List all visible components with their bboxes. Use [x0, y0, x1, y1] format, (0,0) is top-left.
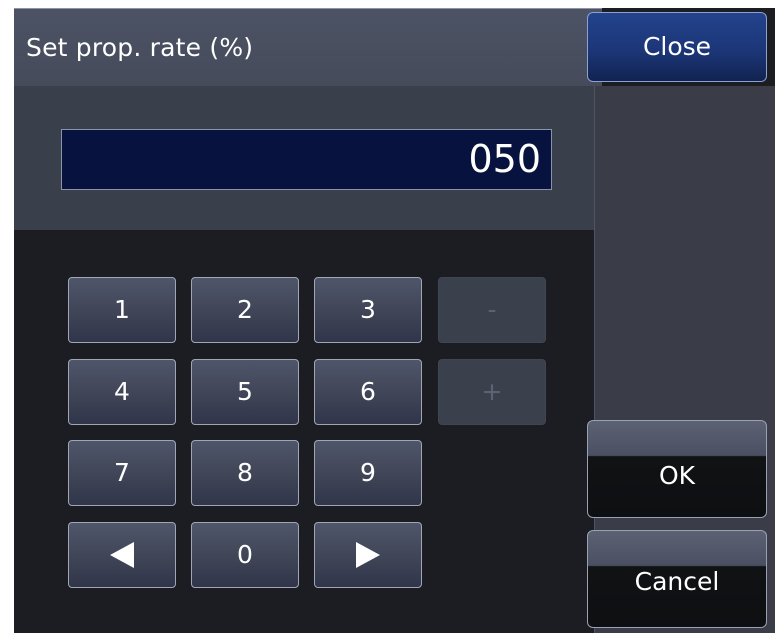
- key-6[interactable]: 6: [314, 359, 422, 425]
- title-bar: Set prop. rate (%): [14, 8, 602, 86]
- key-minus: -: [438, 277, 546, 343]
- key-9[interactable]: 9: [314, 440, 422, 506]
- key-plus: +: [438, 359, 546, 425]
- cursor-left-button[interactable]: [68, 522, 176, 588]
- key-3[interactable]: 3: [314, 277, 422, 343]
- triangle-right-icon: [356, 541, 380, 568]
- value-display[interactable]: 050: [61, 129, 552, 190]
- key-2[interactable]: 2: [191, 277, 299, 343]
- cursor-right-button[interactable]: [314, 522, 422, 588]
- key-0[interactable]: 0: [191, 522, 299, 588]
- cancel-button[interactable]: Cancel: [587, 530, 767, 628]
- triangle-left-icon: [110, 541, 134, 568]
- ok-button[interactable]: OK: [587, 420, 767, 518]
- key-8[interactable]: 8: [191, 440, 299, 506]
- key-7[interactable]: 7: [68, 440, 176, 506]
- ok-button-label: OK: [658, 461, 696, 490]
- key-4[interactable]: 4: [68, 359, 176, 425]
- close-button[interactable]: Close: [587, 12, 767, 82]
- key-5[interactable]: 5: [191, 359, 299, 425]
- cancel-button-label: Cancel: [634, 567, 720, 596]
- dialog-title: Set prop. rate (%): [26, 33, 254, 62]
- key-1[interactable]: 1: [68, 277, 176, 343]
